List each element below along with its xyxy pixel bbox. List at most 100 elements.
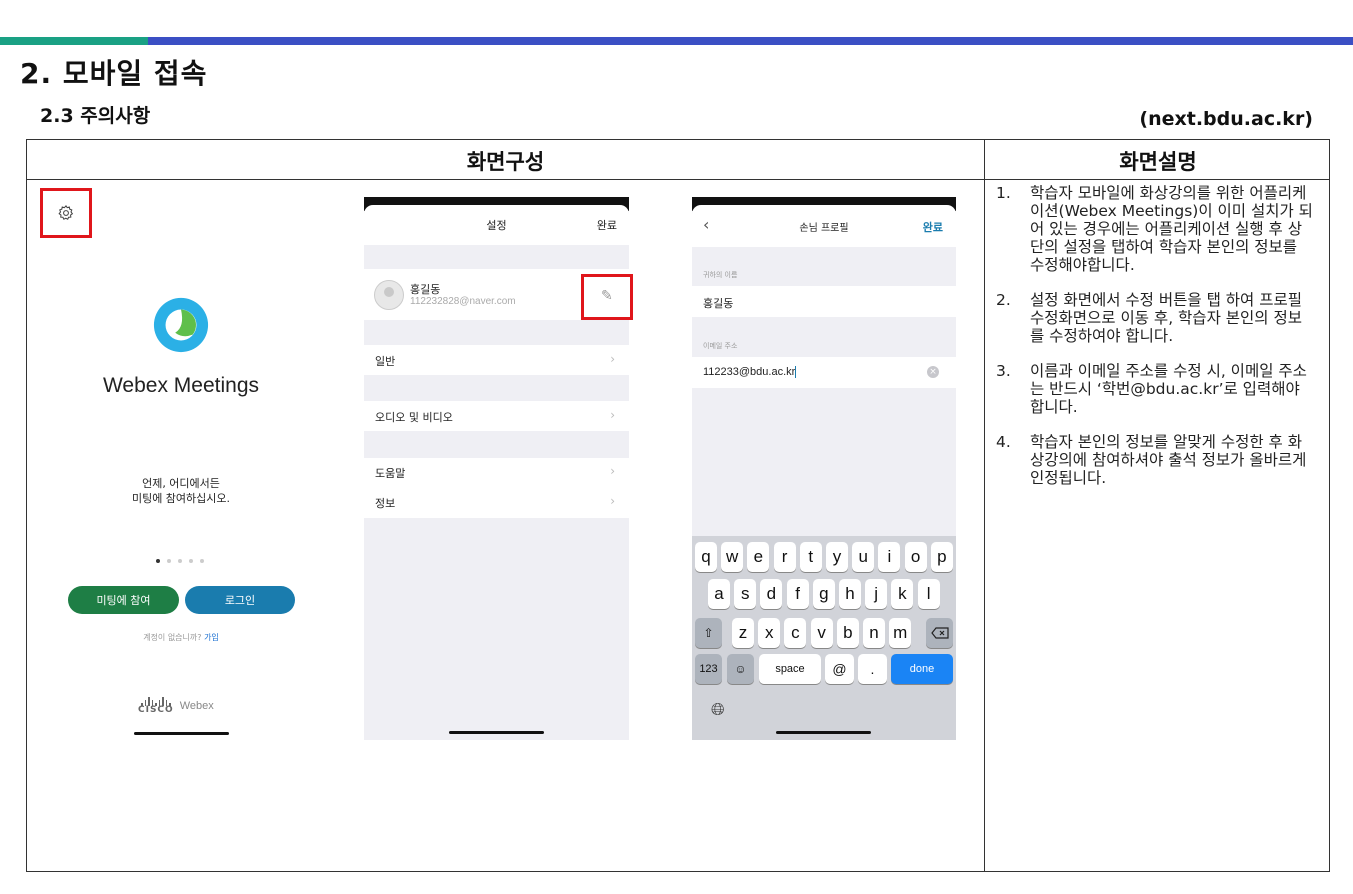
keyboard-key[interactable]: q	[695, 542, 717, 572]
list-item: 2. 설정 화면에서 수정 버튼을 탭 하여 프로필 수정화면으로 이동 후, 학…	[996, 291, 1316, 345]
profile-header: ‹ 손님 프로필 완료	[692, 205, 956, 247]
at-key[interactable]: @	[825, 654, 854, 684]
keyboard-key[interactable]: f	[786, 579, 809, 609]
settings-done-button[interactable]: 완료	[597, 217, 617, 233]
page-indicator[interactable]	[140, 559, 220, 563]
clear-icon[interactable]: ×	[927, 366, 939, 378]
numbers-key[interactable]: 123	[695, 654, 722, 684]
avatar	[374, 280, 404, 310]
keyboard-key[interactable]: i	[878, 542, 901, 572]
list-item-text: 학습자 본인의 정보를 알맞게 수정한 후 화상강의에 참여하셔야 출석 정보가…	[1030, 433, 1307, 487]
keyboard-key[interactable]: x	[758, 618, 781, 648]
profile-name: 홍길동	[410, 283, 441, 296]
keyboard-key[interactable]: l	[917, 579, 940, 609]
chevron-right-icon: ›	[610, 408, 615, 422]
keyboard-key[interactable]: a	[708, 579, 730, 609]
globe-icon[interactable]: 🌐︎	[711, 700, 725, 720]
settings-item-help[interactable]: 도움말 ›	[364, 458, 629, 488]
keyboard-key[interactable]: p	[930, 542, 953, 572]
keyboard-key[interactable]: c	[784, 618, 807, 648]
settings-item-label: 일반	[375, 355, 396, 368]
space-key[interactable]: space	[759, 654, 821, 684]
page-dot[interactable]	[156, 559, 160, 563]
keyboard-key[interactable]: t	[799, 542, 822, 572]
app-title: Webex Meetings	[102, 374, 260, 397]
list-item-text: 학습자 모바일에 화상강의를 위한 어플리케이션(Webex Meetings)…	[1030, 184, 1313, 274]
done-key[interactable]: done	[891, 654, 953, 684]
keyboard-key[interactable]: r	[773, 542, 796, 572]
accent-blue-segment	[148, 37, 1353, 45]
keyboard-key[interactable]: o	[904, 542, 927, 572]
emoji-key[interactable]: ☺	[727, 654, 754, 684]
settings-header: 설정 완료	[364, 205, 629, 245]
page-title: 2. 모바일 접속	[20, 57, 208, 90]
dot-key[interactable]: .	[858, 654, 887, 684]
profile-title: 손님 프로필	[799, 223, 849, 234]
keyboard-key[interactable]: z	[732, 618, 754, 648]
settings-item-audio-video[interactable]: 오디오 및 비디오 ›	[364, 401, 629, 431]
keyboard-key[interactable]: u	[852, 542, 875, 572]
signup-prompt: 계정이 없습니까? 가입	[40, 632, 322, 643]
list-item-text: 설정 화면에서 수정 버튼을 탭 하여 프로필 수정화면으로 이동 후, 학습자…	[1030, 291, 1302, 345]
settings-title: 설정	[486, 219, 507, 232]
page-dot[interactable]	[189, 559, 193, 563]
email-text: 112233@bdu.ac.kr	[703, 366, 796, 378]
join-meeting-button[interactable]: 미팅에 참여	[68, 586, 179, 614]
keyboard-key[interactable]: b	[836, 618, 859, 648]
keyboard-key[interactable]: h	[839, 579, 861, 609]
home-indicator	[134, 732, 229, 735]
edit-profile-highlight-box[interactable]: ✎	[581, 274, 633, 320]
list-item-number: 2.	[996, 291, 1011, 309]
keyboard-key[interactable]: e	[747, 542, 770, 572]
settings-item-label: 도움말	[375, 467, 406, 480]
page-dot[interactable]	[200, 559, 204, 563]
profile-done-button[interactable]: 완료	[923, 219, 943, 235]
keyboard-key[interactable]: n	[863, 618, 885, 648]
name-field-label: 귀하의 이름	[703, 271, 738, 279]
keyboard-key[interactable]: k	[891, 579, 914, 609]
home-indicator	[776, 731, 871, 734]
keyboard-key[interactable]: s	[734, 579, 757, 609]
keyboard-key[interactable]: m	[889, 618, 912, 648]
description-list: 1. 학습자 모바일에 화상강의를 위한 어플리케이션(Webex Meeting…	[996, 184, 1316, 504]
name-field[interactable]: 홍길동	[692, 286, 956, 317]
list-item-text: 이름과 이메일 주소를 수정 시, 이메일 주소는 반드시 ‘학번@bdu.ac…	[1030, 362, 1307, 416]
settings-item-general[interactable]: 일반 ›	[364, 345, 629, 375]
shift-key[interactable]: ⇧	[695, 618, 722, 648]
backspace-key[interactable]	[926, 618, 953, 648]
section-subtitle: 2.3 주의사항	[40, 105, 151, 127]
page-dot[interactable]	[167, 559, 171, 563]
column-divider	[984, 140, 985, 871]
email-field[interactable]: 112233@bdu.ac.kr ×	[692, 357, 956, 388]
list-item: 4. 학습자 본인의 정보를 알맞게 수정한 후 화상강의에 참여하셔야 출석 정…	[996, 433, 1316, 487]
keyboard-key[interactable]: g	[812, 579, 835, 609]
keyboard-key[interactable]: j	[865, 579, 888, 609]
signup-link[interactable]: 가입	[204, 633, 219, 642]
keyboard-key[interactable]: d	[760, 579, 783, 609]
text-cursor	[795, 366, 797, 379]
keyboard-key[interactable]: y	[826, 542, 848, 572]
page-dot[interactable]	[178, 559, 182, 563]
webex-launch-screen: Webex Meetings 언제, 어디에서든 미팅에 참여하십시오. 미팅에…	[40, 188, 320, 748]
profile-email: 112232828@naver.com	[410, 296, 516, 307]
webex-logo	[153, 297, 209, 353]
keyboard-key[interactable]: w	[721, 542, 744, 572]
pencil-icon[interactable]: ✎	[601, 288, 613, 304]
login-button[interactable]: 로그인	[185, 586, 295, 614]
column-header-description: 화면설명	[1119, 150, 1197, 174]
chevron-right-icon: ›	[610, 494, 615, 508]
no-account-text: 계정이 없습니까?	[143, 633, 202, 642]
gear-icon[interactable]	[57, 204, 75, 222]
keyboard-key[interactable]: v	[810, 618, 833, 648]
site-url: (next.bdu.ac.kr)	[1139, 108, 1313, 130]
cisco-logo: CISCO	[138, 697, 174, 715]
settings-item-label: 오디오 및 비디오	[375, 411, 453, 424]
chevron-right-icon: ›	[610, 352, 615, 366]
tagline-line-1: 언제, 어디에서든	[142, 477, 220, 490]
settings-group-info: 도움말 › 정보 ›	[364, 458, 629, 518]
cisco-wordmark: CISCO	[138, 705, 174, 715]
settings-item-about[interactable]: 정보 ›	[364, 488, 629, 518]
column-header-screens: 화면구성	[466, 150, 545, 174]
settings-highlight-box[interactable]	[40, 188, 92, 238]
list-item: 1. 학습자 모바일에 화상강의를 위한 어플리케이션(Webex Meeting…	[996, 184, 1316, 274]
